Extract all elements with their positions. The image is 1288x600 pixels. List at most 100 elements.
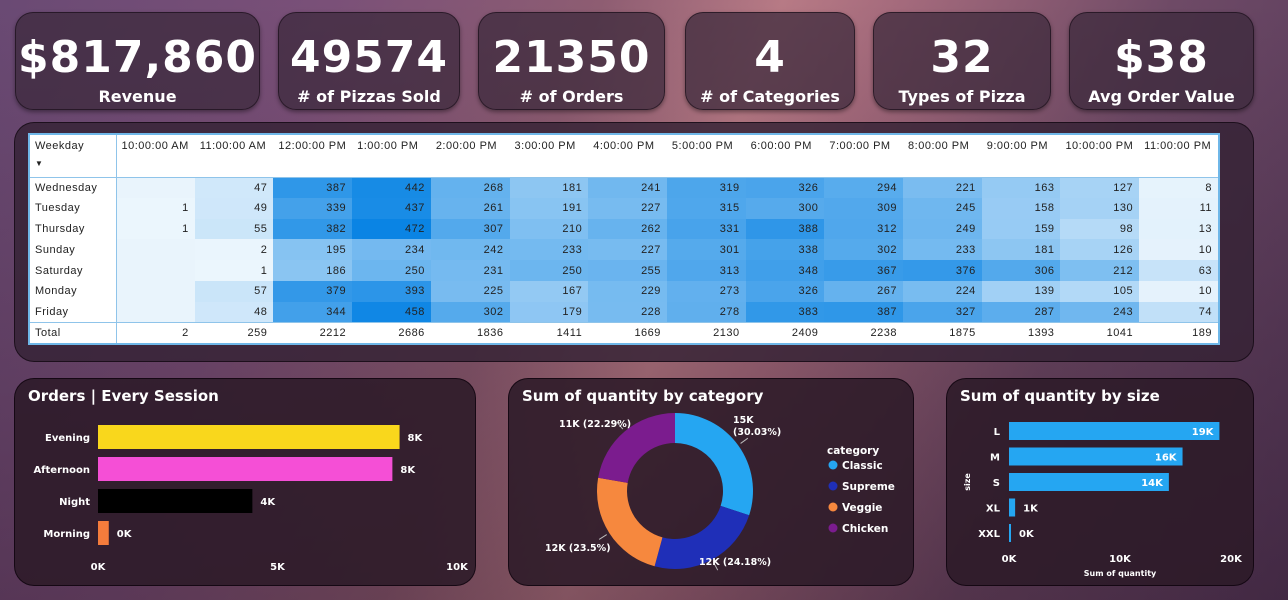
matrix-row[interactable]: Thursday 1 55 382 472 307 210 262 331 388 312 249 15… — [30, 218, 1218, 240]
data-label: 11K (22.29%) — [559, 419, 631, 430]
hour-column-header[interactable]: 7:00:00 PM — [824, 135, 903, 177]
legend-marker — [828, 502, 838, 512]
weekday-label: Monday — [30, 280, 117, 302]
matrix-cell: 268 — [430, 176, 510, 198]
matrix-row[interactable]: Monday 57 379 393 225 167 229 273 326 267 224 139 10… — [30, 280, 1218, 302]
matrix-cell: 224 — [903, 280, 982, 302]
matrix-cell: 300 — [745, 197, 825, 219]
kpi-label: # of Orders — [519, 87, 624, 106]
matrix-cell: 1 — [116, 218, 195, 240]
matrix-cell: 315 — [666, 197, 746, 219]
matrix-cell: 250 — [509, 260, 589, 281]
kpi-value: 49574 — [289, 32, 449, 83]
matrix-cell: 225 — [430, 280, 510, 302]
hour-column-header[interactable]: 10:00:00 AM — [116, 135, 195, 177]
data-label: 12K (23.5%) — [545, 543, 611, 554]
category-label: XL — [986, 504, 1001, 515]
matrix-cell: 255 — [588, 260, 667, 281]
matrix-cell: 458 — [352, 301, 431, 323]
legend-title: category — [827, 445, 879, 457]
hour-column-header[interactable]: 5:00:00 PM — [667, 135, 746, 177]
matrix-cell: 262 — [588, 218, 667, 240]
hour-column-header[interactable]: 4:00:00 PM — [588, 135, 667, 177]
matrix-cell — [116, 239, 195, 261]
kpi-label: # of Categories — [700, 87, 840, 106]
hour-column-header[interactable]: 10:00:00 PM — [1060, 135, 1139, 177]
x-tick-label: 10K — [446, 562, 469, 573]
matrix-cell: 273 — [666, 280, 746, 302]
kpi-revenue: $817,860 Revenue — [15, 12, 260, 110]
matrix-cell: 250 — [352, 260, 431, 281]
hour-column-header[interactable]: 12:00:00 PM — [273, 135, 352, 177]
matrix-cell — [116, 301, 195, 323]
matrix-cell: 8 — [1139, 176, 1218, 198]
matrix-row[interactable]: Friday 48 344 458 302 179 228 278 383 387 327 287 24… — [30, 301, 1218, 323]
legend-item: Chicken — [842, 523, 888, 535]
matrix-cell: 319 — [666, 176, 746, 198]
matrix-cell: 241 — [588, 176, 667, 198]
bar — [98, 457, 393, 481]
matrix-cell: 278 — [666, 301, 746, 323]
hour-column-header[interactable]: 1:00:00 PM — [352, 135, 431, 177]
matrix-cell: 326 — [745, 176, 825, 198]
kpi-value: $38 — [1114, 32, 1209, 83]
category-label: Evening — [45, 433, 90, 444]
matrix-cell: 10 — [1139, 239, 1218, 261]
matrix-cell: 442 — [352, 176, 431, 198]
weekday-label: Sunday — [30, 239, 117, 261]
sort-descending-icon[interactable]: ▼ — [35, 157, 111, 171]
matrix-cell: 383 — [745, 301, 825, 323]
matrix-cell: 98 — [1060, 218, 1140, 240]
matrix-cell: 393 — [352, 280, 431, 302]
matrix-row[interactable]: Saturday 1 186 250 231 250 255 313 348 367 376 306 2… — [30, 260, 1218, 281]
weekday-label: Saturday — [30, 260, 117, 281]
total-cell: 2409 — [745, 322, 825, 344]
leader-line — [598, 534, 607, 540]
matrix-cell: 233 — [903, 239, 982, 261]
hour-column-header[interactable]: 9:00:00 PM — [982, 135, 1061, 177]
hour-column-header[interactable]: 3:00:00 PM — [510, 135, 589, 177]
legend-marker — [828, 481, 838, 491]
hour-column-header[interactable]: 6:00:00 PM — [746, 135, 825, 177]
matrix-row[interactable]: Wednesday 47 387 442 268 181 241 319 326 294 221 16… — [30, 176, 1218, 198]
matrix-cell: 387 — [273, 176, 353, 198]
matrix-cell: 301 — [666, 239, 746, 261]
total-cell: 1393 — [981, 322, 1061, 344]
data-label: 8K — [408, 433, 424, 444]
matrix-cell — [116, 176, 195, 198]
data-label: 1K — [1023, 504, 1039, 515]
category-label: S — [993, 478, 1000, 489]
matrix-cell: 139 — [981, 280, 1061, 302]
matrix-cell: 234 — [352, 239, 431, 261]
data-label: 15K (30.03%) — [733, 415, 781, 438]
orders-session-chart: Evening 8K Afternoon 8K Night 4K Morning 0K 0K 5K… — [33, 425, 469, 573]
y-axis-label: size — [963, 473, 972, 491]
weekday-column-header[interactable]: Weekday ▼ — [30, 135, 117, 177]
matrix-cell: 179 — [509, 301, 589, 323]
x-tick-label: 0K — [91, 562, 107, 573]
matrix-cell: 382 — [273, 218, 353, 240]
matrix-table: Weekday ▼ 10:00:00 AM 11:00:00 AM 12:00:00… — [30, 135, 1218, 344]
x-tick-label: 0K — [1002, 554, 1018, 565]
heatmap-matrix[interactable]: Weekday ▼ 10:00:00 AM 11:00:00 AM 12:00:00… — [28, 133, 1220, 345]
hour-column-header[interactable]: 8:00:00 PM — [903, 135, 982, 177]
matrix-cell: 130 — [1060, 197, 1140, 219]
bar — [98, 425, 400, 449]
matrix-cell: 306 — [981, 260, 1061, 281]
matrix-cell: 338 — [745, 239, 825, 261]
matrix-cell: 228 — [588, 301, 667, 323]
matrix-row[interactable]: Sunday 2 195 234 242 233 227 301 338 302 233 181 126… — [30, 239, 1218, 261]
data-label: 0K — [1019, 529, 1035, 540]
matrix-cell: 387 — [824, 301, 904, 323]
matrix-cell: 344 — [273, 301, 353, 323]
hour-column-header[interactable]: 11:00:00 AM — [195, 135, 274, 177]
matrix-row[interactable]: Tuesday 1 49 339 437 261 191 227 315 300 309 245 158… — [30, 197, 1218, 219]
matrix-cell: 231 — [430, 260, 510, 281]
matrix-cell: 163 — [981, 176, 1061, 198]
category-label: L — [994, 427, 1001, 438]
matrix-cell: 242 — [430, 239, 510, 261]
kpi-label: Types of Pizza — [898, 87, 1026, 106]
hour-column-header[interactable]: 11:00:00 PM — [1139, 135, 1218, 177]
matrix-cell: 105 — [1060, 280, 1140, 302]
hour-column-header[interactable]: 2:00:00 PM — [431, 135, 510, 177]
